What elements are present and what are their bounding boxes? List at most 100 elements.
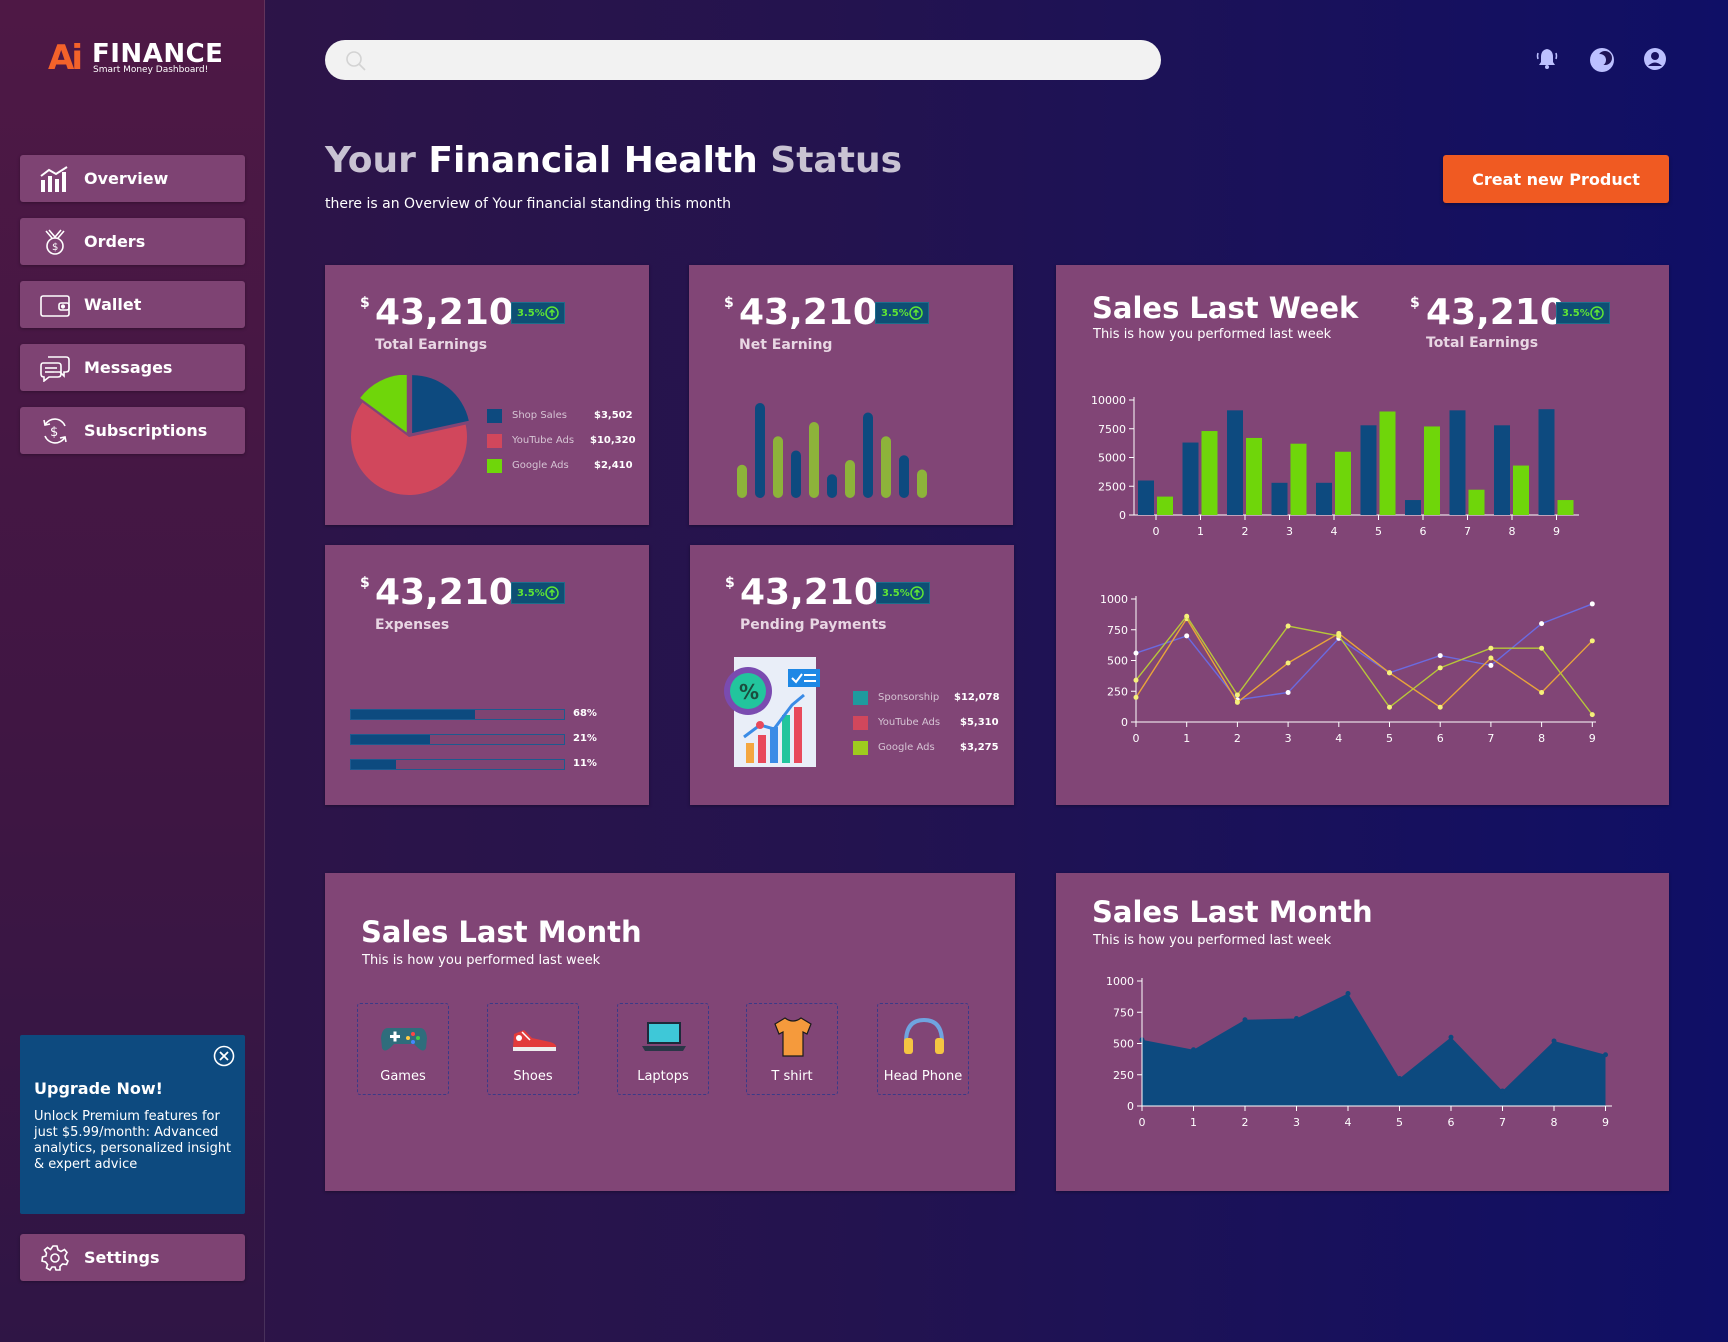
bar	[1271, 482, 1288, 515]
category-label: Head Phone	[883, 1069, 963, 1084]
legend-swatch	[853, 716, 868, 730]
x-tick-label: 9	[1553, 525, 1560, 538]
category-label: Games	[380, 1069, 426, 1084]
currency-symbol: $	[724, 295, 734, 311]
data-point	[1184, 613, 1190, 619]
amount: 43,210	[740, 572, 879, 613]
series-line	[1135, 603, 1593, 701]
y-tick-label: 1000	[1106, 975, 1134, 988]
category-tshirt[interactable]: T shirt	[746, 1003, 838, 1095]
x-tick-label: 7	[1464, 525, 1471, 538]
y-tick-label: 0	[1121, 716, 1128, 729]
legend-swatch	[853, 691, 868, 705]
legend-item: Google Ads $3,275	[853, 740, 1003, 756]
pie-slice	[412, 375, 469, 434]
x-tick-label: 5	[1375, 525, 1382, 538]
y-tick-label: 2500	[1098, 480, 1126, 493]
data-point	[1242, 1017, 1248, 1023]
orders-icon: $	[38, 228, 72, 256]
legend-item: Google Ads $2,410	[487, 458, 637, 474]
user-icon[interactable]	[1643, 47, 1667, 71]
category-laptops[interactable]: Laptops	[617, 1003, 709, 1095]
bar	[755, 403, 765, 498]
sidebar-item-subscriptions[interactable]: $ Subscriptions	[20, 407, 245, 454]
bar	[1201, 431, 1218, 515]
card-subtitle: This is how you performed last week	[1093, 327, 1332, 342]
y-tick-label: 500	[1113, 1038, 1134, 1051]
monthly-area-chart: 0 250 500 750 1000 0 1 2 3 4 5 6 7 8 9	[1106, 975, 1612, 1129]
arrow-up-icon	[545, 306, 559, 320]
y-tick-label: 750	[1107, 624, 1128, 637]
sidebar-item-wallet[interactable]: Wallet	[20, 281, 245, 328]
x-tick-label: 6	[1437, 732, 1444, 745]
growth-value: 3.5%	[517, 307, 545, 319]
weekly-line-chart: 0 250 500 750 1000 0 1 2 3 4 5 6 7 8 9	[1100, 595, 1596, 745]
category-headphone[interactable]: Head Phone	[877, 1003, 969, 1095]
area-fill	[1142, 993, 1606, 1106]
x-tick-label: 1	[1190, 1116, 1197, 1129]
arrow-up-icon	[545, 586, 559, 600]
bell-icon[interactable]	[1535, 47, 1559, 71]
category-label: Shoes	[513, 1069, 553, 1084]
sidebar-item-messages[interactable]: Messages	[20, 344, 245, 391]
category-shoes[interactable]: Shoes	[487, 1003, 579, 1095]
legend-value: $3,275	[960, 742, 999, 753]
x-tick-label: 2	[1242, 525, 1249, 538]
search-input[interactable]	[375, 48, 1135, 72]
sidebar-item-orders[interactable]: $ Orders	[20, 218, 245, 265]
legend-name: YouTube Ads	[878, 717, 941, 728]
settings-button[interactable]: Settings	[20, 1234, 245, 1281]
card-label: Pending Payments	[740, 617, 887, 633]
y-tick-label: 5000	[1098, 452, 1126, 465]
sales-last-month-categories-card: Sales Last Month This is how you perform…	[325, 873, 1015, 1191]
y-tick-label: 1000	[1100, 595, 1128, 606]
bar	[1360, 425, 1377, 515]
growth-value: 3.5%	[882, 587, 910, 599]
search-bar[interactable]	[325, 40, 1161, 80]
sidebar-item-overview[interactable]: Overview	[20, 155, 245, 202]
tshirt-icon	[769, 1014, 817, 1058]
bar	[791, 450, 801, 498]
bar	[1424, 426, 1440, 515]
chart-icon	[38, 165, 72, 193]
bar	[1182, 442, 1199, 515]
x-tick-label: 0	[1139, 1116, 1146, 1129]
progress-percent: 11%	[573, 758, 597, 769]
arrow-up-icon	[909, 306, 923, 320]
data-point	[1336, 633, 1342, 639]
data-point	[1133, 677, 1139, 683]
y-tick-label: 10000	[1091, 394, 1126, 407]
legend-name: Shop Sales	[512, 410, 567, 421]
logo-name: FINANCE	[92, 39, 224, 69]
y-tick-label: 0	[1127, 1100, 1134, 1113]
x-tick-label: 5	[1396, 1116, 1403, 1129]
data-point	[1539, 645, 1545, 651]
data-point	[1234, 699, 1240, 705]
amount: 43,210	[375, 572, 514, 613]
data-point	[1488, 662, 1494, 668]
close-icon[interactable]	[213, 1045, 235, 1067]
category-games[interactable]: Games	[357, 1003, 449, 1095]
card-subtitle: This is how you performed last week	[362, 953, 601, 968]
bar	[773, 436, 783, 498]
svg-text:%: %	[739, 680, 759, 704]
expenses-card: $ 43,210 3.5% Expenses 68% 21% 11%	[325, 545, 649, 805]
create-product-button[interactable]: Creat new Product	[1443, 155, 1669, 203]
currency-symbol: $	[360, 575, 370, 591]
currency-symbol: $	[1410, 295, 1420, 311]
page-title: Your Financial Health Status	[325, 140, 902, 181]
y-tick-label: 0	[1119, 509, 1126, 522]
total-earnings-card: $ 43,210 3.5% Total Earnings Shop Sales $…	[325, 265, 649, 525]
bar	[827, 474, 837, 498]
moon-icon[interactable]	[1589, 47, 1614, 72]
growth-badge: 3.5%	[875, 302, 929, 324]
growth-badge: 3.5%	[1556, 302, 1610, 324]
card-title: Sales Last Week	[1092, 291, 1359, 325]
data-point	[1448, 1034, 1454, 1040]
amount: 43,210	[1426, 292, 1565, 333]
gamepad-icon	[380, 1014, 428, 1058]
x-tick-label: 2	[1242, 1116, 1249, 1129]
bar	[917, 469, 927, 498]
progress-bar	[350, 709, 565, 720]
legend-item: Sponsorship $12,078	[853, 690, 1003, 706]
